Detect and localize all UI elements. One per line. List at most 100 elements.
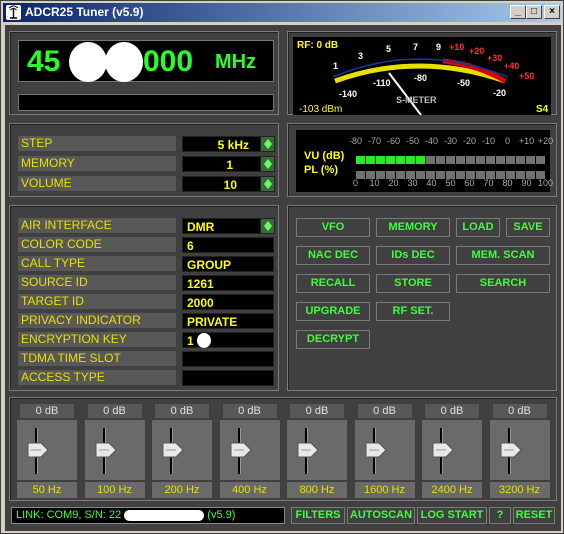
reset-button[interactable]: RESET [513, 507, 555, 524]
eq-slider[interactable] [219, 420, 280, 480]
vu-segment [536, 156, 545, 164]
eq-slider[interactable] [287, 420, 347, 480]
eq-slider[interactable] [422, 420, 482, 480]
info-value: 2000 [182, 294, 274, 310]
eq-slider[interactable] [354, 420, 415, 480]
eq-band-label: 3200 Hz [489, 482, 550, 498]
info-value: GROUP [182, 256, 274, 272]
rf-set-button[interactable]: RF SET. [376, 302, 450, 321]
redaction-blob [197, 333, 211, 348]
svg-text:-110: -110 [373, 78, 391, 88]
step-spinner[interactable] [260, 136, 275, 152]
info-value: DMR [182, 218, 262, 234]
help-button[interactable]: ? [489, 507, 511, 524]
vu-segment [416, 156, 425, 164]
svg-text:+10: +10 [449, 42, 464, 52]
info-value: 6 [182, 237, 274, 253]
autoscan-button[interactable]: AUTOSCAN [347, 507, 415, 524]
eq-band-label: 400 Hz [219, 482, 280, 498]
slider-thumb[interactable] [230, 442, 252, 458]
info-value: 1 [182, 332, 274, 348]
svg-text:3: 3 [358, 51, 363, 61]
status-bar: LINK: COM9, S/N: 22 (v5.9) FILTERS AUTOS… [9, 505, 557, 527]
svg-text:+40: +40 [504, 61, 519, 71]
vu-top-scale: -80 -70 -60 -50 -40 -30 -20 -10 0 +10 +20 [346, 136, 553, 148]
message-display [18, 94, 274, 111]
info-label: PRIVACY INDICATOR [18, 313, 176, 328]
log-start-button[interactable]: LOG START [417, 507, 487, 524]
maximize-button[interactable]: □ [526, 5, 542, 19]
slider-thumb[interactable] [297, 442, 319, 458]
save-button[interactable]: SAVE [506, 218, 550, 237]
search-button[interactable]: SEARCH [456, 274, 550, 293]
vfo-button[interactable]: VFO [296, 218, 370, 237]
vu-scale-tick: 10 [369, 178, 380, 188]
slider-thumb[interactable] [162, 442, 184, 458]
title-bar[interactable]: ADCR25 Tuner (v5.9) _ □ × [3, 3, 561, 22]
vu-meter: -80 -70 -60 -50 -40 -30 -20 -10 0 +10 +20 VU (dB) … [296, 130, 553, 192]
nac-dec-button[interactable]: NAC DEC [296, 246, 370, 265]
svg-text:1: 1 [333, 61, 338, 71]
eq-band-label: 100 Hz [84, 482, 145, 498]
upgrade-button[interactable]: UPGRADE [296, 302, 370, 321]
vu-scale-tick: -50 [405, 136, 419, 146]
eq-slider[interactable] [17, 420, 77, 480]
svg-text:-80: -80 [414, 73, 427, 83]
info-value [182, 351, 274, 367]
memory-value: 1 [182, 156, 262, 172]
eq-band-label: 2400 Hz [422, 482, 482, 498]
memory-button[interactable]: MEMORY [376, 218, 450, 237]
slider-thumb[interactable] [365, 442, 387, 458]
slider-thumb[interactable] [432, 442, 454, 458]
info-label: ACCESS TYPE [18, 370, 176, 385]
vu-segment [396, 156, 405, 164]
volume-spinner[interactable] [260, 176, 275, 192]
slider-thumb[interactable] [500, 442, 522, 458]
store-button[interactable]: STORE [376, 274, 450, 293]
filters-button[interactable]: FILTERS [291, 507, 345, 524]
link-status: LINK: COM9, S/N: 22 (v5.9) [11, 507, 285, 524]
eq-gain-label: 0 dB [155, 404, 209, 418]
dbm-level: -103 dBm [299, 104, 342, 115]
slider-thumb[interactable] [95, 442, 117, 458]
info-label: AIR INTERFACE [18, 218, 176, 233]
memory-spinner[interactable] [260, 156, 275, 172]
redaction-blob [105, 42, 143, 82]
eq-slider[interactable] [152, 420, 212, 480]
frequency-digits-left: 45 [27, 45, 61, 78]
info-label: COLOR CODE [18, 237, 176, 252]
svg-text:-140: -140 [339, 89, 357, 99]
minimize-button[interactable]: _ [510, 5, 526, 19]
decrypt-button[interactable]: DECRYPT [296, 330, 370, 349]
recall-button[interactable]: RECALL [296, 274, 370, 293]
step-value: 5 kHz [182, 136, 262, 152]
air-interface-spinner[interactable] [260, 218, 275, 234]
mem-scan-button[interactable]: MEM. SCAN [456, 246, 550, 265]
eq-gain-label: 0 dB [87, 404, 142, 418]
vu-scale-tick: -80 [348, 136, 362, 146]
vu-scale-tick: -70 [367, 136, 381, 146]
eq-slider[interactable] [489, 420, 550, 480]
close-button[interactable]: × [544, 5, 560, 19]
eq-gain-label: 0 dB [492, 404, 547, 418]
app-window: ADCR25 Tuner (v5.9) _ □ × 45 000 MHz RF:… [0, 0, 564, 534]
ids-dec-button[interactable]: IDs DEC [376, 246, 450, 265]
frequency-unit: MHz [215, 51, 257, 73]
vu-segment [506, 156, 515, 164]
load-button[interactable]: LOAD [456, 218, 500, 237]
smeter-panel: RF: 0 dB -103 dBm S4 S-METER 1 3 5 7 9 +… [287, 31, 557, 115]
eq-band-label: 50 Hz [17, 482, 77, 498]
eq-slider[interactable] [84, 420, 145, 480]
vu-label: VU (dB) [304, 150, 345, 162]
vu-segment [526, 156, 535, 164]
vu-segment [356, 156, 365, 164]
volume-label: VOLUME [18, 176, 176, 191]
pl-label: PL (%) [304, 164, 339, 176]
frequency-display[interactable]: 45 000 MHz [18, 40, 274, 82]
info-value [182, 370, 274, 386]
info-label: TDMA TIME SLOT [18, 351, 176, 366]
vu-scale-tick: -60 [386, 136, 400, 146]
slider-thumb[interactable] [27, 442, 49, 458]
smeter-gauge: RF: 0 dB -103 dBm S4 S-METER 1 3 5 7 9 +… [293, 37, 551, 115]
svg-text:+50: +50 [519, 71, 534, 81]
